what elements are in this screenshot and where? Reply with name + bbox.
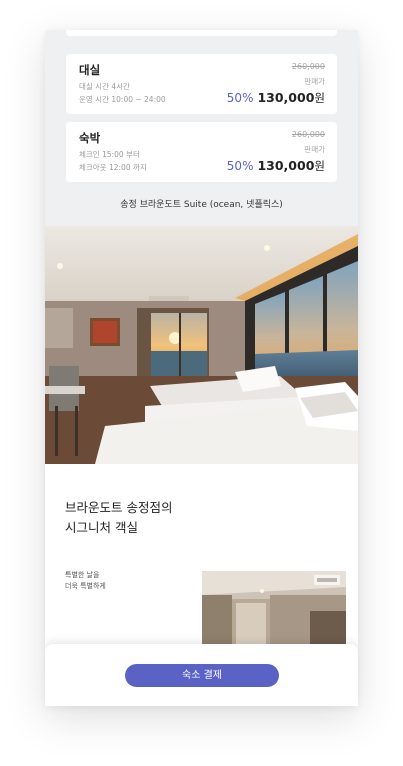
price-row: 50% 130,000원 [227, 155, 325, 174]
sale-price: 130,000 [257, 90, 315, 105]
rate-title: 대실 [79, 63, 101, 77]
subcopy-line: 특별한 날을 [65, 571, 100, 579]
rate-card-overnight[interactable]: 숙박 체크인 15:00 부터 체크아웃 12:00 까지 260,000 판매… [66, 122, 337, 182]
pay-button[interactable]: 숙소 결제 [125, 664, 279, 687]
discount-rate: 50% [226, 159, 254, 173]
section-headline: 브라운도트 송정점의 시그니처 객실 [65, 498, 172, 538]
headline-line: 시그니처 객실 [65, 520, 138, 535]
rate-detail: 대실 시간 4시간 [79, 82, 130, 91]
price-unit: 원 [314, 159, 325, 173]
discount-rate: 50% [226, 91, 254, 105]
rate-detail: 운영 시간 10:00 ~ 24:00 [79, 95, 166, 104]
room-hero-image [45, 226, 358, 464]
mobile-screen: 대실 대실 시간 4시간 운영 시간 10:00 ~ 24:00 260,000… [45, 30, 358, 706]
headline-line: 브라운도트 송정점의 [65, 500, 173, 515]
room-detail-image [202, 571, 346, 649]
price-row: 50% 130,000원 [227, 87, 325, 106]
section-subcopy: 특별한 날을 더욱 특별하게 [65, 570, 106, 592]
sale-price: 130,000 [257, 158, 315, 173]
price-unit: 원 [314, 91, 325, 105]
sale-label: 판매가 [304, 145, 325, 154]
rate-card-previous [66, 30, 337, 36]
rate-title: 숙박 [79, 131, 101, 145]
rate-detail: 체크아웃 12:00 까지 [79, 163, 147, 172]
original-price: 260,000 [291, 62, 325, 71]
room-name: 송정 브라운도트 Suite (ocean, 넷플릭스) [120, 200, 283, 210]
rate-card-daytime[interactable]: 대실 대실 시간 4시간 운영 시간 10:00 ~ 24:00 260,000… [66, 54, 337, 114]
sale-label: 판매가 [304, 77, 325, 86]
subcopy-line: 더욱 특별하게 [65, 582, 106, 590]
bottom-action-bar: 숙소 결제 [45, 644, 358, 706]
original-price: 260,000 [291, 130, 325, 139]
rate-detail: 체크인 15:00 부터 [79, 150, 140, 159]
